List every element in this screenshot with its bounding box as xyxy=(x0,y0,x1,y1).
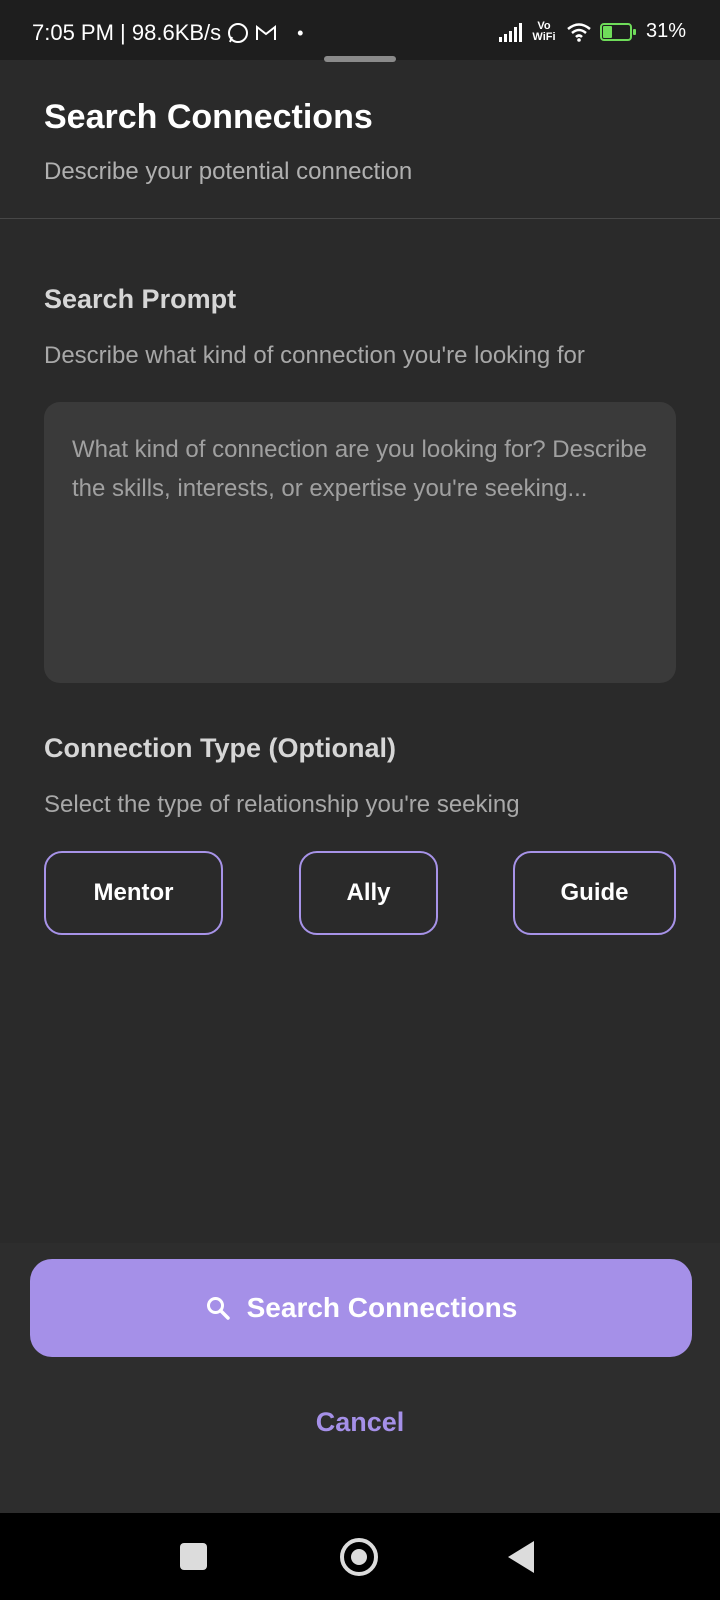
chip-mentor[interactable]: Mentor xyxy=(44,851,223,935)
status-time: 7:05 PM | 98.6KB/s xyxy=(32,20,222,45)
vowifi-label: Vo WiFi xyxy=(532,19,556,43)
gmail-icon xyxy=(256,24,277,40)
notification-dot-icon: • xyxy=(297,22,304,43)
search-connections-label: Search Connections xyxy=(246,1292,518,1323)
recents-square-icon[interactable] xyxy=(180,1543,207,1570)
search-prompt-input[interactable] xyxy=(44,402,676,683)
battery-icon xyxy=(599,22,636,41)
chip-guide[interactable]: Guide xyxy=(513,851,676,935)
whatsapp-icon xyxy=(228,23,249,43)
back-triangle-icon[interactable] xyxy=(508,1541,534,1573)
search-prompt-title: Search Prompt xyxy=(44,284,237,314)
signal-icon xyxy=(498,22,522,42)
search-prompt-description: Describe what kind of connection you're … xyxy=(44,342,585,369)
sheet-header: Search Connections Describe your potenti… xyxy=(0,62,720,219)
home-circle-icon[interactable] xyxy=(340,1538,378,1576)
wifi-icon xyxy=(567,22,591,42)
footer-actions: Search Connections Cancel xyxy=(0,1243,720,1513)
battery-percent: 31% xyxy=(645,20,686,42)
cancel-button[interactable]: Cancel xyxy=(0,1407,720,1438)
page-title: Search Connections xyxy=(44,98,373,136)
status-right: Vo WiFi 31% xyxy=(498,19,686,43)
status-left: 7:05 PM | 98.6KB/s • xyxy=(32,20,303,46)
connection-type-description: Select the type of relationship you're s… xyxy=(44,791,520,818)
status-bar: 7:05 PM | 98.6KB/s • Vo WiFi 31% xyxy=(0,0,720,60)
connection-type-title: Connection Type (Optional) xyxy=(44,733,396,763)
chip-ally[interactable]: Ally xyxy=(299,851,438,935)
page-subtitle: Describe your potential connection xyxy=(44,158,413,185)
search-icon xyxy=(206,1297,230,1320)
battery-level xyxy=(602,25,612,38)
system-nav-bar xyxy=(0,1513,720,1600)
search-connections-button[interactable]: Search Connections xyxy=(30,1259,692,1357)
